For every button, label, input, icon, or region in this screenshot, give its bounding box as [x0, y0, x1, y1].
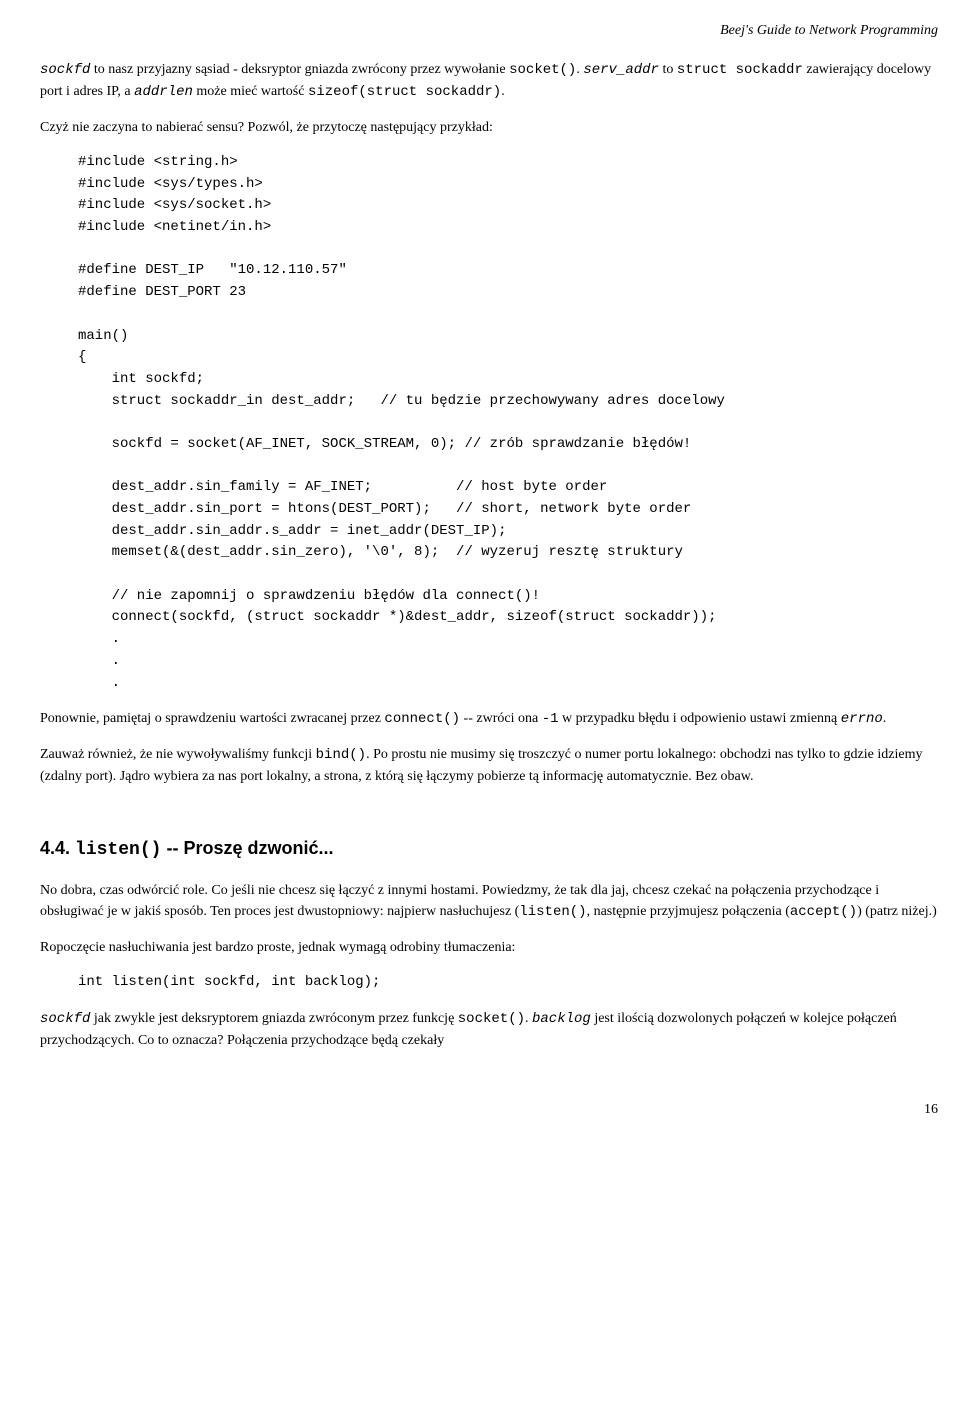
- paragraph-7: sockfd jak zwykle jest deksryptorem gnia…: [40, 1008, 938, 1051]
- paragraph-5: No dobra, czas odwórcić role. Co jeśli n…: [40, 880, 938, 923]
- code-inline: socket(): [458, 1011, 525, 1027]
- text: to nasz przyjazny sąsiad - deksryptor gn…: [90, 62, 509, 77]
- section-heading: 4.4. listen() -- Proszę dzwonić...: [40, 835, 938, 864]
- section-number: 4.4.: [40, 838, 75, 858]
- code-inline: bind(): [316, 747, 366, 763]
- paragraph-4: Zauważ również, że nie wywoływaliśmy fun…: [40, 744, 938, 787]
- text: może mieć wartość: [193, 84, 308, 99]
- paragraph-2: Czyż nie zaczyna to nabierać sensu? Pozw…: [40, 117, 938, 138]
- running-header: Beej's Guide to Network Programming: [40, 20, 938, 41]
- code-inline: sizeof(struct sockaddr): [308, 84, 501, 100]
- text: Zauważ również, że nie wywoływaliśmy fun…: [40, 747, 316, 762]
- section-code: listen(): [75, 840, 161, 860]
- code-inline: sockfd: [40, 1011, 90, 1027]
- code-inline: errno: [841, 711, 883, 727]
- text: Ponownie, pamiętaj o sprawdzeniu wartośc…: [40, 711, 384, 726]
- text: -- zwróci ona: [460, 711, 542, 726]
- section-title: -- Proszę dzwonić...: [161, 838, 333, 858]
- code-inline: socket(): [509, 62, 576, 78]
- code-inline: listen(): [519, 904, 586, 920]
- text: ) (patrz niżej.): [857, 904, 937, 919]
- code-block-2: int listen(int sockfd, int backlog);: [78, 972, 938, 994]
- text: w przypadku błędu i odpowienio ustawi zm…: [559, 711, 841, 726]
- code-inline: -1: [542, 711, 559, 727]
- code-inline: connect(): [384, 711, 460, 727]
- code-inline: accept(): [790, 904, 857, 920]
- code-inline: sockfd: [40, 62, 90, 78]
- page-number: 16: [40, 1099, 938, 1120]
- code-inline: struct sockaddr: [677, 62, 803, 78]
- text: .: [501, 84, 505, 99]
- code-block-1: #include <string.h> #include <sys/types.…: [78, 152, 938, 694]
- paragraph-1: sockfd to nasz przyjazny sąsiad - deksry…: [40, 59, 938, 103]
- code-inline: serv_addr: [583, 62, 659, 78]
- text: jak zwykle jest deksryptorem gniazda zwr…: [90, 1011, 457, 1026]
- text: to: [659, 62, 677, 77]
- code-inline: backlog: [532, 1011, 591, 1027]
- text: .: [525, 1011, 532, 1026]
- text: , następnie przyjmujesz połączenia (: [587, 904, 790, 919]
- paragraph-3: Ponownie, pamiętaj o sprawdzeniu wartośc…: [40, 708, 938, 730]
- code-inline: addrlen: [134, 84, 193, 100]
- text: .: [883, 711, 887, 726]
- paragraph-6: Ropoczęcie nasłuchiwania jest bardzo pro…: [40, 937, 938, 958]
